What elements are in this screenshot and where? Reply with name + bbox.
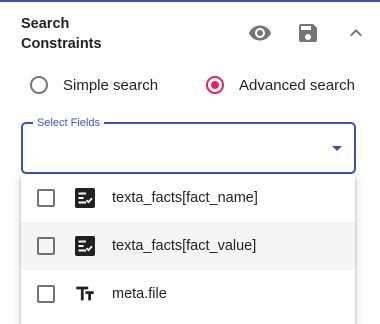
text-fields-icon: [74, 283, 96, 305]
option-checkbox[interactable]: [37, 189, 55, 207]
field-option-fact-name[interactable]: texta_facts[fact_name]: [21, 174, 355, 222]
option-checkbox[interactable]: [37, 285, 55, 303]
option-label: meta.file: [112, 286, 167, 302]
option-label: texta_facts[fact_name]: [112, 190, 258, 206]
simple-search-radio[interactable]: Simple search: [30, 76, 158, 94]
dropdown-arrow-icon: [332, 146, 342, 151]
chevron-up-icon: [350, 29, 362, 37]
search-constraints-panel: Search Constraints Simple search Advance…: [0, 0, 380, 324]
select-fields-options-panel: texta_facts[fact_name] texta_facts[fact_…: [21, 174, 355, 324]
fact-list-icon: [74, 235, 96, 257]
search-mode-radio-group: Simple search Advanced search: [30, 72, 355, 98]
option-checkbox[interactable]: [37, 237, 55, 255]
select-fields-label: Select Fields: [33, 116, 104, 130]
panel-actions: [246, 19, 370, 47]
collapse-button[interactable]: [342, 19, 370, 47]
save-button[interactable]: [294, 19, 322, 47]
field-option-fact-value[interactable]: texta_facts[fact_value]: [21, 222, 355, 270]
advanced-search-label: Advanced search: [239, 76, 355, 94]
simple-search-label: Simple search: [63, 76, 159, 94]
advanced-search-radio[interactable]: Advanced search: [206, 76, 355, 94]
radio-circle-unchecked: [30, 76, 48, 94]
option-label: texta_facts[fact_value]: [112, 238, 257, 254]
save-icon: [299, 24, 317, 42]
eye-icon: [249, 25, 271, 41]
radio-circle-checked: [206, 76, 225, 94]
field-option-meta-file[interactable]: meta.file: [21, 270, 355, 318]
panel-title: Search Constraints: [21, 16, 102, 52]
fact-list-icon: [74, 187, 96, 209]
select-fields-dropdown[interactable]: Select Fields: [21, 116, 356, 174]
panel-top-border: [0, 0, 380, 2]
preview-button[interactable]: [246, 19, 274, 47]
